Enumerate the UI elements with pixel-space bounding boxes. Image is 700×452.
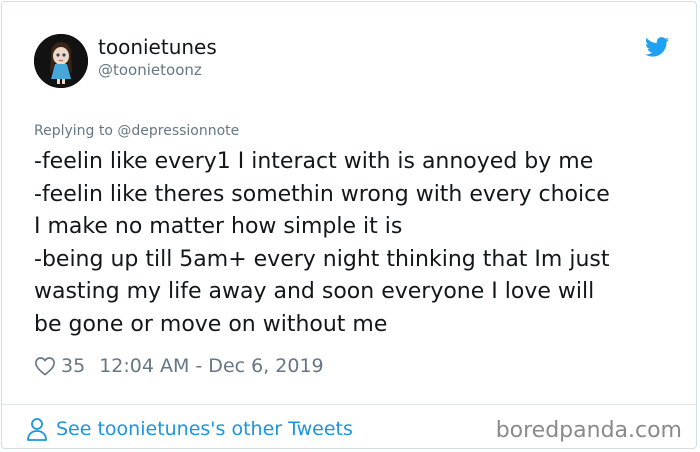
like-count[interactable]: 35 [61,355,85,377]
tweet-meta: 35 12:04 AM - Dec 6, 2019 [34,353,324,379]
tweet-line: be gone or move on without me [34,311,388,337]
avatar-image [34,34,88,88]
tweet-line: -feelin like every1 I interact with is a… [34,149,594,174]
avatar[interactable] [34,34,88,88]
divider [2,404,696,405]
see-other-tweets-label: See toonietunes's other Tweets [56,418,353,440]
boredpanda-watermark: boredpanda.com [495,418,682,443]
user-handle[interactable]: @toonietoonz [98,61,202,79]
heart-outline-icon[interactable] [34,356,56,376]
twitter-bird-icon[interactable] [645,37,669,57]
person-outline-icon [27,418,47,441]
tweet-line: wasting my life away and soon everyone I… [34,279,595,305]
tweet-line: I make no matter how simple it is [34,214,403,240]
replying-to[interactable]: Replying to @depressionnote [34,122,239,140]
tweet-line: -feelin like theres somethin wrong with … [34,181,610,207]
tweet-text: -feelin like every1 I interact with is a… [34,146,674,342]
tweet-card: toonietunes @toonietoonz Replying to @de… [1,1,697,449]
display-name[interactable]: toonietunes [98,34,217,60]
see-other-tweets-link[interactable]: See toonietunes's other Tweets [26,416,353,442]
tweet-timestamp[interactable]: 12:04 AM - Dec 6, 2019 [99,355,323,377]
tweet-line: -being up till 5am+ every night thinking… [34,246,610,272]
